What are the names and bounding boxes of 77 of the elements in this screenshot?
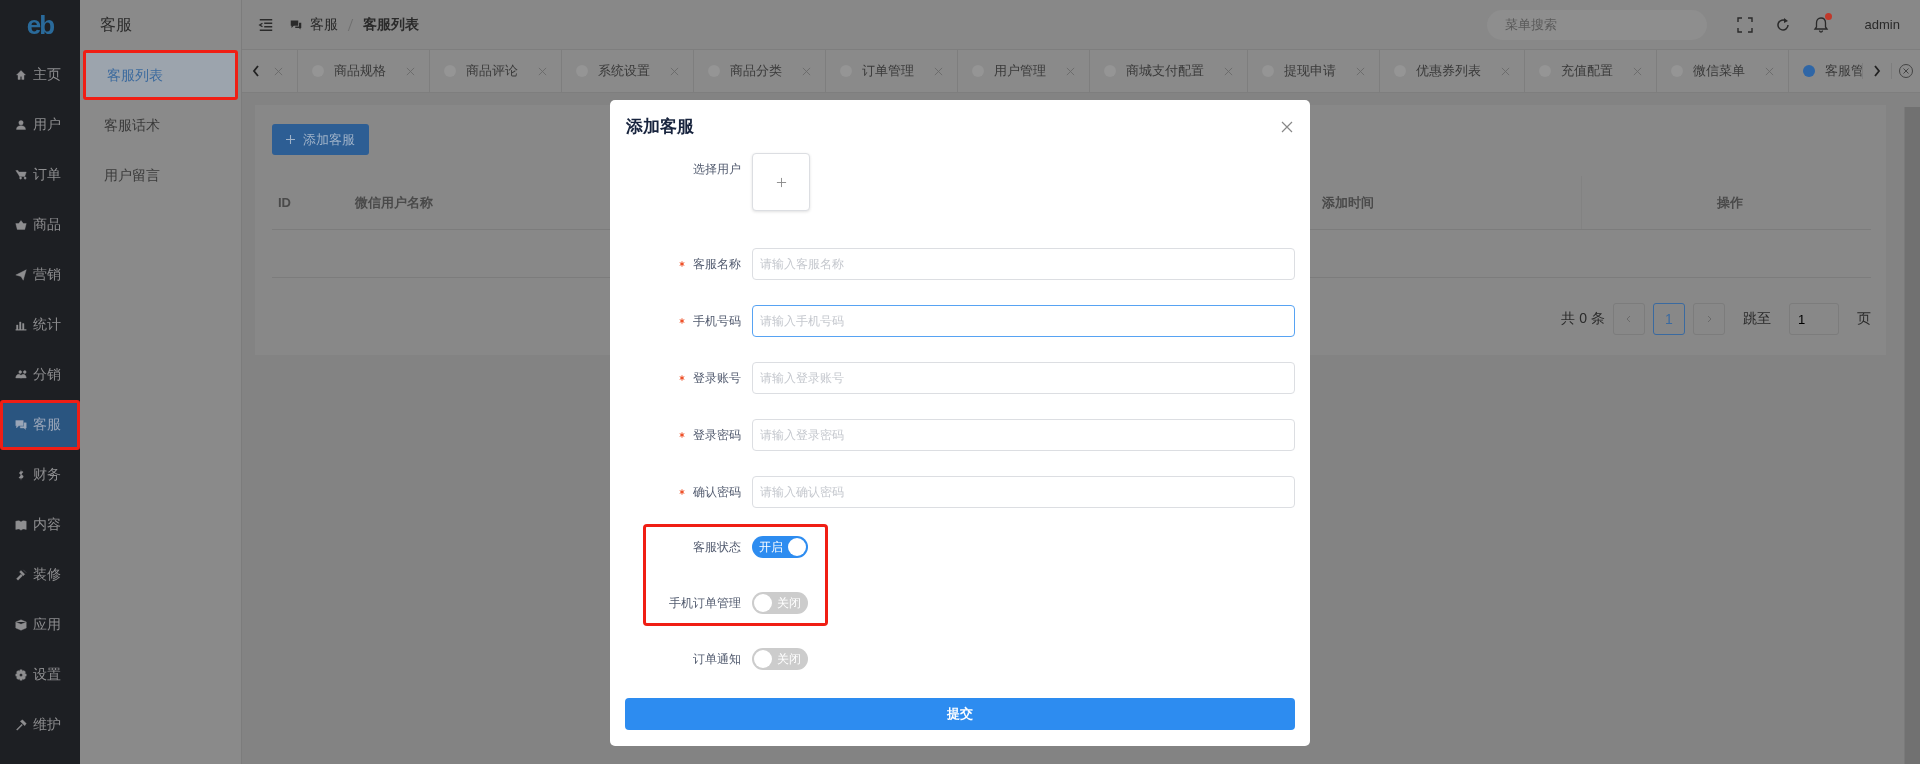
breadcrumb-item[interactable]: 客服 (310, 15, 338, 34)
sidebar-item[interactable]: 财务 (0, 450, 80, 500)
submenu-item[interactable]: 用户留言 (80, 150, 241, 200)
close-icon[interactable] (934, 66, 943, 76)
sidebar-item[interactable]: 客服 (0, 400, 80, 450)
next-page-button[interactable] (1693, 303, 1725, 335)
close-icon[interactable] (538, 66, 547, 76)
sidebar-item[interactable]: 装修 (0, 550, 80, 600)
page-tab[interactable]: 微信菜单 (1656, 50, 1788, 92)
page-suffix: 页 (1857, 310, 1871, 328)
column-header: 操作 (1581, 176, 1871, 229)
logo: eb (25, 8, 55, 42)
page-tab[interactable]: 优惠券列表 (1379, 50, 1524, 92)
add-button[interactable]: 添加客服 (272, 124, 369, 155)
close-icon[interactable] (1765, 66, 1774, 76)
page-tab[interactable]: 商品规格 (297, 50, 429, 92)
column-header: 添加时间 (1321, 193, 1375, 212)
page-input[interactable]: 1 (1789, 303, 1839, 335)
notification-button[interactable] (1812, 15, 1829, 34)
sidebar-item[interactable]: 商品 (0, 200, 80, 250)
page-tab[interactable]: 商城支付配置 (1089, 50, 1247, 92)
submenu-item[interactable]: 客服话术 (80, 100, 241, 150)
close-icon[interactable] (274, 66, 283, 76)
user-name[interactable]: admin (1864, 17, 1900, 32)
close-icon[interactable] (670, 66, 679, 76)
page-tab[interactable]: 商品评论 (429, 50, 561, 92)
field-label: 订单通知 (693, 651, 741, 666)
column-header: 微信用户名称 (354, 193, 434, 212)
dialog-title: 添加客服 (625, 116, 694, 138)
close-icon[interactable] (1356, 66, 1365, 76)
sidebar-item[interactable]: 用户 (0, 100, 80, 150)
sidebar-item[interactable]: 维护 (0, 700, 80, 750)
page-tab[interactable]: 商品分类 (693, 50, 825, 92)
sidebar-item[interactable]: 订单 (0, 150, 80, 200)
close-icon[interactable] (406, 66, 415, 76)
field-label: 客服名称 (693, 256, 741, 271)
total-count: 共 0 条 (1561, 310, 1605, 328)
plus-icon (775, 176, 787, 188)
previous-page-button[interactable] (1613, 303, 1645, 335)
close-icon[interactable] (1281, 120, 1293, 133)
page-tab[interactable]: 充值配置 (1524, 50, 1656, 92)
plus-icon (286, 134, 295, 144)
sidebar-item[interactable]: 分销 (0, 350, 80, 400)
close-icon[interactable] (802, 66, 811, 76)
submit-button[interactable]: 提交 (625, 698, 1295, 730)
chat-icon (290, 18, 302, 31)
refresh-icon[interactable] (1774, 16, 1791, 33)
field-label: 手机订单管理 (669, 595, 741, 610)
page-tab[interactable]: 用户管理 (957, 50, 1089, 92)
breadcrumb-item: 客服列表 (363, 15, 419, 34)
toggle-switch[interactable]: 开启 (752, 536, 808, 558)
sidebar-item[interactable]: 内容 (0, 500, 80, 550)
close-icon[interactable] (1066, 66, 1075, 76)
jump-label: 跳至 (1743, 310, 1771, 328)
field-label: 手机号码 (693, 313, 741, 328)
submenu-item[interactable]: 客服列表 (83, 50, 238, 100)
field-label: 登录账号 (693, 370, 741, 385)
field-label: 登录密码 (693, 427, 741, 442)
sidebar-item[interactable]: 主页 (0, 50, 80, 100)
sidebar-item[interactable]: 设置 (0, 650, 80, 700)
field-label: 客服状态 (693, 539, 741, 554)
page-tab[interactable]: 系统设置 (561, 50, 693, 92)
field-label: 选择用户 (693, 162, 741, 176)
select-user-button[interactable] (752, 153, 810, 211)
bell-icon (1812, 15, 1829, 34)
close-icon[interactable] (1633, 66, 1642, 76)
field-label: 确认密码 (693, 484, 741, 499)
column-header: ID (277, 195, 292, 210)
page-tab[interactable]: 订单管理 (825, 50, 957, 92)
sidebar-item[interactable]: 统计 (0, 300, 80, 350)
page-tab[interactable]: 提现申请 (1247, 50, 1379, 92)
close-icon[interactable] (1224, 66, 1233, 76)
submenu-title: 客服 (99, 15, 133, 35)
close-icon[interactable] (1501, 66, 1510, 76)
sidebar-item[interactable]: 营销 (0, 250, 80, 300)
sidebar-item[interactable]: 应用 (0, 600, 80, 650)
fullscreen-icon[interactable] (1736, 16, 1753, 33)
